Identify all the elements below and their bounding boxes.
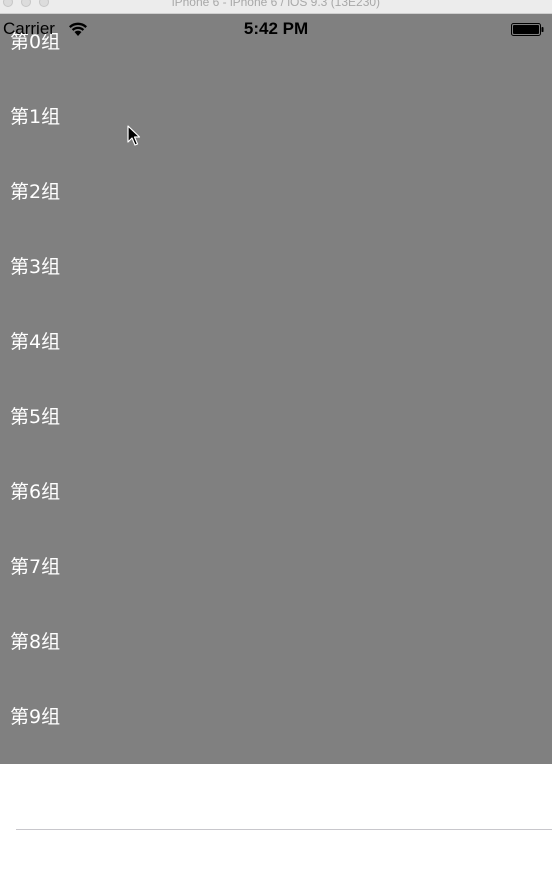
battery-icon <box>511 23 544 36</box>
window-title: iPhone 6 - iPhone 6 / iOS 9.3 (13E230) <box>171 0 381 9</box>
group-item-1[interactable]: 第1组 <box>10 106 60 128</box>
status-bar: Carrier 5:42 PM <box>0 14 552 44</box>
mouse-cursor-icon <box>127 125 141 146</box>
simulator-titlebar: iPhone 6 - iPhone 6 / iOS 9.3 (13E230) <box>0 0 552 14</box>
group-item-9[interactable]: 第9组 <box>10 706 60 728</box>
group-item-5[interactable]: 第5组 <box>10 406 60 428</box>
group-item-4[interactable]: 第4组 <box>10 331 60 353</box>
cell-separator <box>16 829 552 830</box>
group-item-2[interactable]: 第2组 <box>10 181 60 203</box>
group-item-7[interactable]: 第7组 <box>10 556 60 578</box>
status-time: 5:42 PM <box>243 19 309 38</box>
group-item-8[interactable]: 第8组 <box>10 631 60 653</box>
table-view-background <box>0 764 552 872</box>
group-item-6[interactable]: 第6组 <box>10 481 60 503</box>
group-list: 第0组 第1组 第2组 第3组 第4组 第5组 第6组 第7组 第8组 第9组 <box>0 14 552 764</box>
group-item-3[interactable]: 第3组 <box>10 256 60 278</box>
